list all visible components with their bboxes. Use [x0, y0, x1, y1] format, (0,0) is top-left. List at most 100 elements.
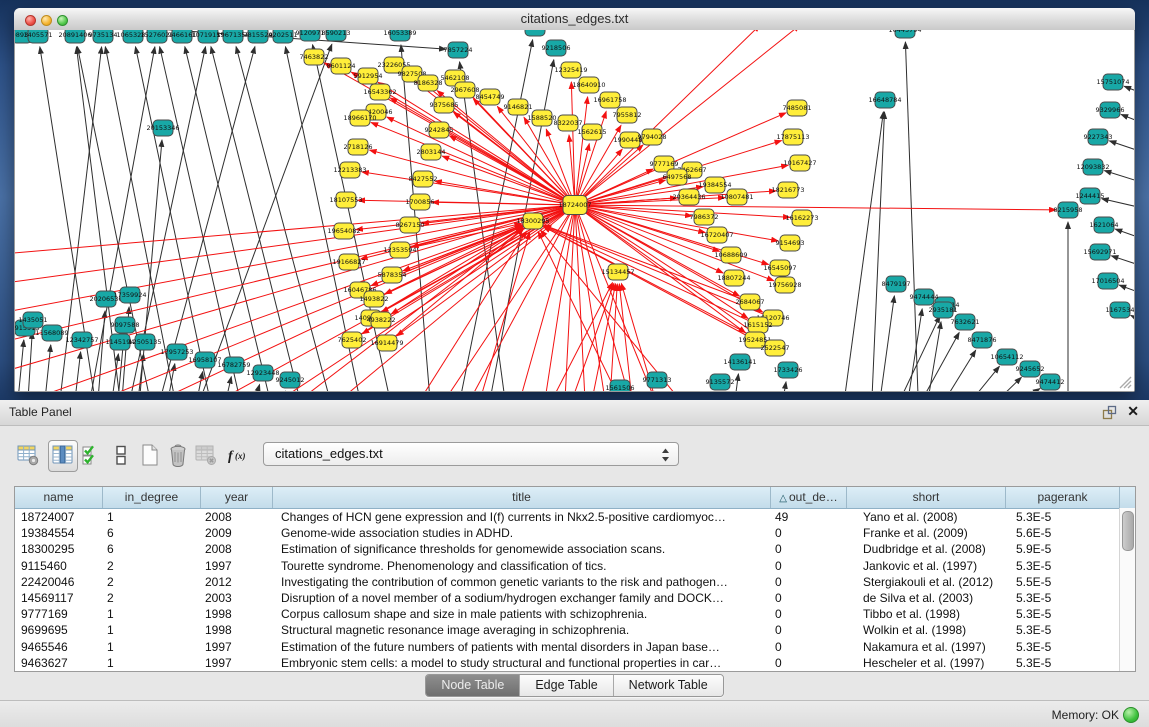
- table-row[interactable]: 946554611997Estimation of the future num…: [15, 639, 1135, 655]
- table-row[interactable]: 911546021997Tourette syndrome. Phenomeno…: [15, 558, 1135, 574]
- citation-edge-black[interactable]: [845, 112, 883, 391]
- citation-edge-black[interactable]: [1111, 256, 1134, 272]
- graph-node[interactable]: 15751074: [1096, 74, 1129, 90]
- citation-edge-black[interactable]: [880, 296, 894, 391]
- citation-edge-black[interactable]: [226, 377, 231, 391]
- citation-edge-red[interactable]: [582, 145, 643, 199]
- graph-node[interactable]: 1244415: [1076, 188, 1105, 204]
- graph-node[interactable]: 9474412: [1036, 374, 1065, 390]
- graph-node[interactable]: 17016504: [1091, 273, 1124, 289]
- citation-edge-black[interactable]: [928, 322, 941, 391]
- citation-edge-red[interactable]: [581, 149, 622, 198]
- citation-edge-black[interactable]: [1124, 86, 1134, 100]
- citation-edge-black[interactable]: [1109, 141, 1134, 158]
- graph-node[interactable]: 9135572: [706, 374, 735, 390]
- graph-node[interactable]: 18640910: [572, 77, 605, 93]
- graph-node[interactable]: 12325419: [554, 62, 587, 78]
- graph-node[interactable]: 15692971: [1083, 244, 1116, 260]
- graph-node[interactable]: 8471876: [968, 332, 997, 348]
- column-header-out_de[interactable]: △out_de…: [771, 487, 847, 508]
- citation-edge-black[interactable]: [900, 316, 940, 391]
- graph-node[interactable]: 1733426: [774, 362, 803, 378]
- graph-node[interactable]: 9735134: [89, 30, 118, 43]
- graph-node[interactable]: 9329966: [1096, 102, 1125, 118]
- citation-edge-black[interactable]: [972, 366, 999, 391]
- graph-node[interactable]: 16648784: [868, 92, 901, 108]
- column-header-pagerank[interactable]: pagerank: [1006, 487, 1120, 508]
- create-table-button[interactable]: [136, 440, 164, 470]
- table-row[interactable]: 1938455462009Genome-wide association stu…: [15, 525, 1135, 541]
- table-row[interactable]: 977716911998Corpus callosum shape and si…: [15, 606, 1135, 622]
- citation-edge-black[interactable]: [75, 352, 81, 391]
- citation-edge-black[interactable]: [783, 382, 786, 391]
- citation-edge-red[interactable]: [445, 212, 570, 391]
- graph-node[interactable]: 17875113: [776, 129, 809, 145]
- graph-node[interactable]: 18107553: [329, 192, 362, 208]
- citation-edge-black[interactable]: [1104, 171, 1134, 188]
- graph-node[interactable]: 12505135: [128, 334, 161, 350]
- citation-edge-black[interactable]: [905, 42, 918, 391]
- graph-node[interactable]: 7485081: [783, 100, 812, 116]
- graph-node[interactable]: 7857224: [444, 42, 473, 58]
- graph-node[interactable]: 18724007: [558, 196, 591, 215]
- citation-edge-black[interactable]: [28, 332, 32, 391]
- citation-edge-red[interactable]: [280, 210, 567, 391]
- graph-node[interactable]: 8601124: [327, 58, 356, 74]
- graph-node[interactable]: 9202511: [269, 30, 298, 43]
- graph-node[interactable]: 9146821: [504, 99, 533, 115]
- tab-edge-table[interactable]: Edge Table: [520, 675, 613, 696]
- citation-edge-black[interactable]: [460, 62, 505, 391]
- memory-status-dot[interactable]: [1123, 707, 1139, 723]
- close-panel-icon[interactable]: ✕: [1127, 403, 1139, 420]
- citation-edge-black[interactable]: [998, 377, 1021, 391]
- row-height-button[interactable]: [107, 440, 135, 470]
- graph-node[interactable]: 16543362: [363, 84, 396, 100]
- citation-edge-red[interactable]: [15, 208, 566, 375]
- citation-edge-red[interactable]: [583, 113, 786, 202]
- graph-node[interactable]: 7955812: [613, 107, 642, 123]
- citation-edge-red[interactable]: [619, 284, 632, 391]
- graph-node[interactable]: 9375685: [430, 97, 459, 113]
- graph-node[interactable]: 19756928: [768, 277, 801, 293]
- graph-node[interactable]: 7632621: [951, 314, 980, 330]
- network-window[interactable]: citations_edges.txt 18724007183002951513…: [14, 8, 1135, 392]
- tab-network-table[interactable]: Network Table: [614, 675, 723, 696]
- graph-node[interactable]: 9227343: [1084, 129, 1113, 145]
- graph-node[interactable]: 16162273: [785, 210, 818, 226]
- citation-edge-black[interactable]: [735, 374, 738, 391]
- show-columns-button[interactable]: [48, 440, 78, 472]
- citation-edge-black[interactable]: [1022, 388, 1040, 391]
- table-row[interactable]: 946362711997Embryonic stem cells: a mode…: [15, 655, 1135, 671]
- table-row[interactable]: 1872400712008Changes of HCN gene express…: [15, 509, 1135, 525]
- graph-node[interactable]: 1167534: [1106, 302, 1134, 318]
- graph-node[interactable]: 15134457: [601, 264, 634, 280]
- network-canvas[interactable]: 1872400718300295151344577463822860112459…: [15, 30, 1134, 391]
- select-columns-button[interactable]: [78, 440, 106, 470]
- graph-node[interactable]: 9245652: [1016, 361, 1045, 377]
- graph-node[interactable]: 9242845: [425, 122, 454, 138]
- graph-node[interactable]: 9245012: [276, 372, 305, 388]
- citation-edge-black[interactable]: [45, 345, 51, 391]
- citation-edge-black[interactable]: [200, 44, 332, 391]
- tab-node-table[interactable]: Node Table: [426, 675, 520, 696]
- citation-edge-black[interactable]: [1115, 229, 1134, 245]
- citation-edge-black[interactable]: [945, 350, 976, 391]
- graph-node[interactable]: 9097588: [111, 317, 140, 333]
- graph-node[interactable]: 8215958: [1054, 202, 1083, 218]
- graph-node[interactable]: 9154693: [776, 235, 805, 251]
- graph-node[interactable]: 1588520: [528, 110, 557, 126]
- table-row[interactable]: 1830029562008Estimation of significance …: [15, 541, 1135, 557]
- citation-edge-red[interactable]: [362, 172, 566, 204]
- graph-node[interactable]: 1700856: [406, 194, 435, 210]
- graph-node[interactable]: 8813054: [521, 30, 550, 36]
- citation-edge-red[interactable]: [450, 136, 568, 201]
- graph-node[interactable]: 5878354: [378, 267, 407, 283]
- import-table-button[interactable]: [192, 440, 220, 470]
- graph-node[interactable]: 18216773: [771, 182, 804, 198]
- network-window-titlebar[interactable]: citations_edges.txt: [14, 8, 1135, 31]
- citation-edge-black[interactable]: [1102, 199, 1134, 212]
- citation-edge-red[interactable]: [520, 214, 573, 391]
- float-panel-icon[interactable]: [1102, 405, 1117, 420]
- citation-edge-black[interactable]: [1131, 315, 1134, 330]
- graph-node[interactable]: 7463822: [300, 49, 329, 65]
